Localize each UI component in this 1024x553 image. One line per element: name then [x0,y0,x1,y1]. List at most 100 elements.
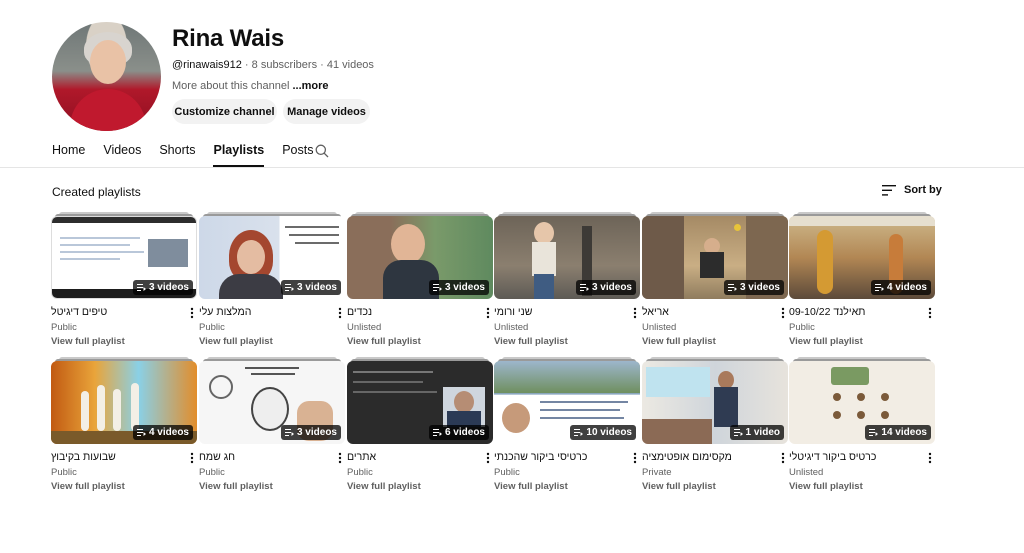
channel-name: Rina Wais [172,25,285,52]
video-count: 1 video [745,427,780,438]
view-full-playlist-link[interactable]: View full playlist [199,481,273,492]
playlist-visibility: Public [199,322,225,333]
playlist-title[interactable]: אריאל [642,306,772,318]
playlist-title[interactable]: אתרים [347,451,477,463]
playlist-visibility: Public [51,322,77,333]
view-full-playlist-link[interactable]: View full playlist [494,336,568,347]
video-count-badge: 1 video [729,425,784,440]
playlist-title[interactable]: המלצות עלי [199,306,329,318]
playlist-title[interactable]: נכדים [347,306,477,318]
more-vert-icon[interactable] [337,307,343,319]
video-count: 4 videos [148,427,189,438]
playlist-icon [136,284,146,291]
tab-shorts[interactable]: Shorts [159,140,195,167]
view-full-playlist-link[interactable]: View full playlist [347,481,421,492]
view-full-playlist-link[interactable]: View full playlist [789,336,863,347]
more-vert-icon[interactable] [927,452,933,464]
more-vert-icon[interactable] [927,307,933,319]
search-icon[interactable] [315,144,329,158]
playlist-card[interactable]: 3 videos חג שמח Public View full playlis… [199,357,345,492]
view-full-playlist-link[interactable]: View full playlist [347,336,421,347]
view-full-playlist-link[interactable]: View full playlist [51,336,125,347]
playlist-visibility: Unlisted [789,467,824,478]
playlist-thumbnail[interactable]: 3 videos [347,212,493,299]
playlist-title[interactable]: כרטיס ביקור דיגיטלי [789,451,919,463]
playlist-card[interactable]: 6 videos אתרים Public View full playlist [347,357,493,492]
playlist-title[interactable]: תאילנד 09-10/22 [789,306,919,318]
playlist-card[interactable]: 3 videos נכדים Unlisted View full playli… [347,212,493,347]
avatar-shirt [70,89,146,131]
playlist-card[interactable]: 3 videos אריאל Unlisted View full playli… [642,212,788,347]
playlist-thumbnail[interactable]: 3 videos [51,212,197,299]
manage-videos-button[interactable]: Manage videos [283,99,370,124]
playlist-icon [574,429,584,436]
view-full-playlist-link[interactable]: View full playlist [642,481,716,492]
video-count-badge: 3 videos [723,280,784,295]
tabs-divider [0,167,1024,168]
playlist-icon [432,429,442,436]
more-vert-icon[interactable] [189,307,195,319]
channel-avatar[interactable] [52,22,161,131]
channel-handle-stats: @rinawais912 · 8 subscribers · 41 videos [172,59,374,71]
playlist-card[interactable]: 10 videos כרטיסי ביקור שהכנתי Public Vie… [494,357,640,492]
view-full-playlist-link[interactable]: View full playlist [199,336,273,347]
video-count-badge: 3 videos [280,425,341,440]
more-vert-icon[interactable] [780,452,786,464]
view-full-playlist-link[interactable]: View full playlist [789,481,863,492]
playlist-title[interactable]: מקסימום אופטימציה [642,451,772,463]
playlist-visibility: Unlisted [347,322,382,333]
channel-tabs: Home Videos Shorts Playlists Posts [52,140,331,168]
playlist-visibility: Public [199,467,225,478]
playlist-card[interactable]: 4 videos שבועות בקיבוץ Public View full … [51,357,197,492]
more-vert-icon[interactable] [632,452,638,464]
playlist-thumbnail[interactable]: 4 videos [51,357,197,444]
playlist-thumbnail[interactable]: 3 videos [494,212,640,299]
playlist-thumbnail[interactable]: 1 video [642,357,788,444]
playlist-card[interactable]: 4 videos תאילנד 09-10/22 Public View ful… [789,212,935,347]
playlist-thumbnail[interactable]: 6 videos [347,357,493,444]
more-vert-icon[interactable] [485,452,491,464]
playlist-card[interactable]: 3 videos שני ורומי Unlisted View full pl… [494,212,640,347]
playlist-thumbnail[interactable]: 4 videos [789,212,935,299]
tab-home[interactable]: Home [52,140,85,167]
playlist-card[interactable]: 14 videos כרטיס ביקור דיגיטלי Unlisted V… [789,357,935,492]
video-count: 3 videos [148,282,189,293]
section-title: Created playlists [52,185,141,199]
more-vert-icon[interactable] [780,307,786,319]
playlist-icon [733,429,743,436]
tab-playlists[interactable]: Playlists [213,140,265,167]
tab-posts[interactable]: Posts [282,140,313,167]
more-vert-icon[interactable] [485,307,491,319]
more-vert-icon[interactable] [337,452,343,464]
tab-videos[interactable]: Videos [103,140,141,167]
playlist-visibility: Unlisted [642,322,677,333]
more-vert-icon[interactable] [632,307,638,319]
playlist-icon [136,429,146,436]
video-count-badge: 3 videos [280,280,341,295]
playlist-title[interactable]: שבועות בקיבוץ [51,451,181,463]
playlist-thumbnail[interactable]: 14 videos [789,357,935,444]
channel-about[interactable]: More about this channel ...more [172,80,329,92]
playlist-title[interactable]: טיפים דיגיטל [51,306,181,318]
playlist-thumbnail[interactable]: 10 videos [494,357,640,444]
playlist-thumbnail[interactable]: 3 videos [642,212,788,299]
sort-button[interactable]: Sort by [882,184,942,196]
view-full-playlist-link[interactable]: View full playlist [51,481,125,492]
video-count: 4 videos [886,282,927,293]
playlist-visibility: Public [789,322,815,333]
playlist-card[interactable]: 3 videos טיפים דיגיטל Public View full p… [51,212,197,347]
playlist-title[interactable]: כרטיסי ביקור שהכנתי [494,451,624,463]
customize-channel-button[interactable]: Customize channel [172,99,277,124]
about-more-link[interactable]: ...more [292,80,328,92]
view-full-playlist-link[interactable]: View full playlist [642,336,716,347]
view-full-playlist-link[interactable]: View full playlist [494,481,568,492]
playlist-card[interactable]: 3 videos המלצות עלי Public View full pla… [199,212,345,347]
playlist-thumbnail[interactable]: 3 videos [199,357,345,444]
more-vert-icon[interactable] [189,452,195,464]
channel-stats: · 8 subscribers · 41 videos [241,59,374,71]
playlist-title[interactable]: חג שמח [199,451,329,463]
playlist-thumbnail[interactable]: 3 videos [199,212,345,299]
playlist-title[interactable]: שני ורומי [494,306,624,318]
playlist-icon [579,284,589,291]
playlist-card[interactable]: 1 video מקסימום אופטימציה Private View f… [642,357,788,492]
